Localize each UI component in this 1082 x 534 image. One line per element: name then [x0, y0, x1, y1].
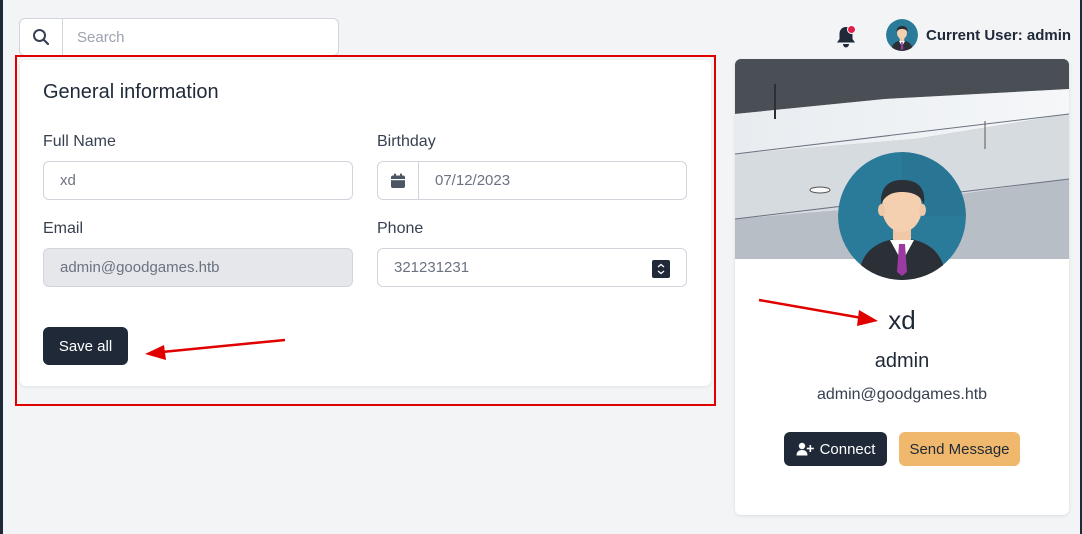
search-input[interactable]: [63, 27, 329, 47]
user-menu[interactable]: Current User: admin: [886, 19, 1071, 51]
profile-username: admin: [874, 350, 930, 372]
profile-card: xd admin admin@goodgames.htb Connect Sen…: [735, 59, 1069, 515]
add-user-icon: [796, 442, 814, 456]
search-icon[interactable]: [20, 19, 63, 55]
left-border: [0, 0, 3, 534]
send-message-label: Send Message: [909, 440, 1010, 458]
profile-email: admin@goodgames.htb: [816, 386, 988, 403]
profile-name: xd: [888, 305, 916, 335]
send-message-button[interactable]: Send Message: [899, 432, 1020, 466]
avatar[interactable]: [886, 19, 918, 51]
search-bar[interactable]: [19, 18, 339, 56]
connect-button[interactable]: Connect: [784, 432, 887, 466]
profile-avatar: [838, 152, 966, 280]
notification-bell-icon[interactable]: [835, 25, 857, 49]
notification-dot: [847, 25, 856, 34]
connect-label: Connect: [819, 440, 876, 458]
current-user-label: Current User: admin: [926, 26, 1072, 44]
annotation-highlight-box: [15, 55, 716, 406]
